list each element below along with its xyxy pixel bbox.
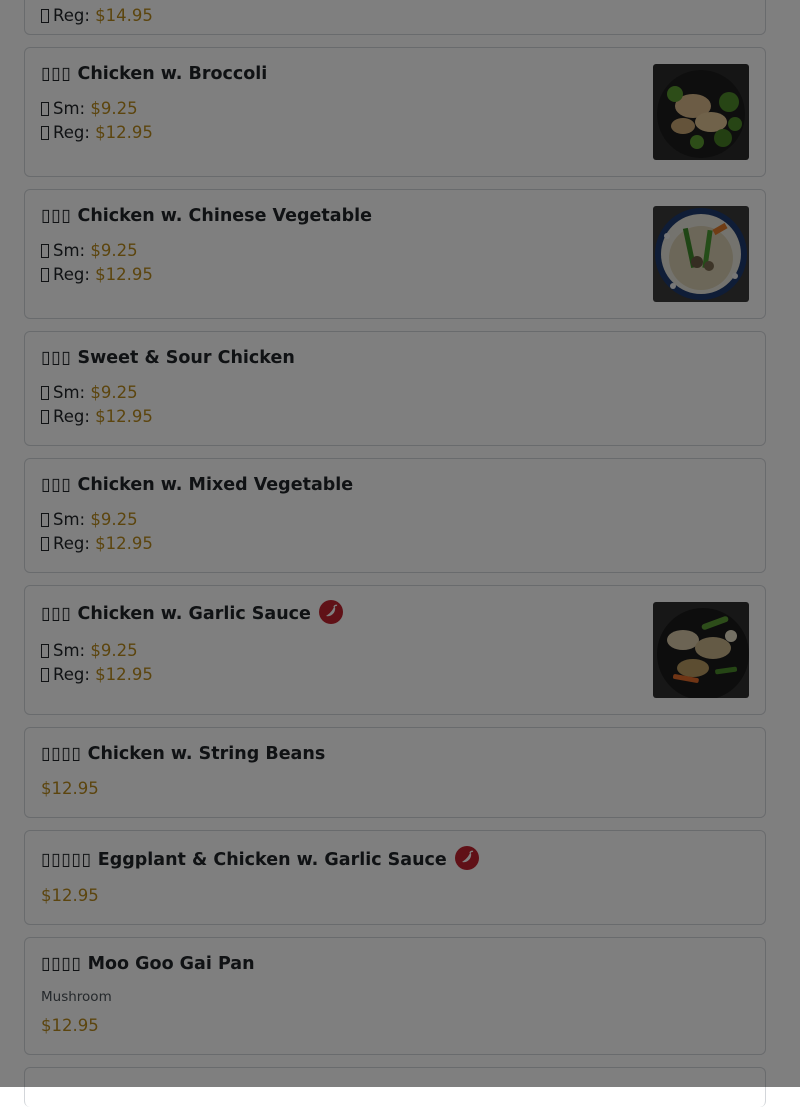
price-value: $9.25 xyxy=(90,241,138,260)
chicken-chinese-vegetable-photo[interactable] xyxy=(653,206,749,302)
item-chinese-name: ▯▯▯ xyxy=(41,348,72,368)
size-price-sm: Sm: $9.25 xyxy=(41,641,138,661)
item-title: ▯▯▯▯▯ Eggplant & Chicken w. Garlic Sauce xyxy=(41,846,479,871)
size-bullet-icon xyxy=(41,668,49,682)
size-bullet-icon xyxy=(41,126,49,140)
price-value: $12.95 xyxy=(41,1016,99,1035)
chili-pepper-icon xyxy=(454,846,479,870)
price-value: $12.95 xyxy=(95,665,153,684)
item-title: ▯▯▯▯ Moo Goo Gai Pan xyxy=(41,953,255,975)
menu-item-card[interactable]: ▯▯▯ Chicken w. Broccoli Sm: $9.25 Reg: $… xyxy=(24,47,766,177)
price-value: $12.95 xyxy=(41,886,99,905)
menu-item-card-partial[interactable]: Reg: $14.95 xyxy=(24,0,766,35)
item-title: ▯▯▯ Chicken w. Mixed Vegetable xyxy=(41,474,353,496)
menu-item-card[interactable]: ▯▯▯ Sweet & Sour Chicken Sm: $9.25 Reg: … xyxy=(24,331,766,446)
item-title: ▯▯▯ Sweet & Sour Chicken xyxy=(41,347,295,369)
item-title: ▯▯▯ Chicken w. Broccoli xyxy=(41,63,267,85)
price-value: $12.95 xyxy=(95,407,153,426)
size-price-sm: Sm: $9.25 xyxy=(41,383,138,403)
price-value: $14.95 xyxy=(95,6,153,25)
item-english-name: Chicken w. String Beans xyxy=(87,744,326,764)
menu-page: Reg: $14.95 ▯▯▯ Chicken w. Broccoli Sm: … xyxy=(0,0,800,1107)
size-bullet-icon xyxy=(41,9,49,23)
size-price-sm: Sm: $9.25 xyxy=(41,510,138,530)
item-title: ▯▯▯▯ Chicken w. String Beans xyxy=(41,743,325,765)
size-price-reg: Reg: $12.95 xyxy=(41,665,153,685)
menu-item-card[interactable]: ▯▯▯ Chicken w. Garlic Sauce Sm: $9.25 Re… xyxy=(24,585,766,715)
menu-item-card[interactable]: ▯▯▯ Chicken w. Mixed Vegetable Sm: $9.25… xyxy=(24,458,766,573)
price-value: $9.25 xyxy=(90,383,138,402)
menu-item-card-partial[interactable] xyxy=(24,1067,766,1107)
menu-item-card[interactable]: ▯▯▯▯▯ Eggplant & Chicken w. Garlic Sauce… xyxy=(24,830,766,925)
item-chinese-name: ▯▯▯▯ xyxy=(41,954,82,974)
size-price-reg: Reg: $12.95 xyxy=(41,407,153,427)
item-title: ▯▯▯ Chicken w. Garlic Sauce xyxy=(41,600,343,625)
menu-item-card[interactable]: ▯▯▯▯ Chicken w. String Beans $12.95 xyxy=(24,727,766,818)
size-bullet-icon xyxy=(41,102,49,116)
price-value: $9.25 xyxy=(90,99,138,118)
menu-item-card[interactable]: ▯▯▯ Chicken w. Chinese Vegetable Sm: $9.… xyxy=(24,189,766,319)
size-bullet-icon xyxy=(41,537,49,551)
item-english-name: Eggplant & Chicken w. Garlic Sauce xyxy=(97,850,447,870)
size-price-reg: Reg: $12.95 xyxy=(41,534,153,554)
item-english-name: Chicken w. Garlic Sauce xyxy=(77,604,311,624)
item-english-name: Chicken w. Broccoli xyxy=(77,64,268,84)
item-english-name: Chicken w. Chinese Vegetable xyxy=(77,206,372,226)
size-price-reg: Reg: $12.95 xyxy=(41,265,153,285)
price-value: $9.25 xyxy=(90,510,138,529)
item-chinese-name: ▯▯▯▯ xyxy=(41,744,82,764)
price-value: $9.25 xyxy=(90,641,138,660)
item-chinese-name: ▯▯▯▯▯ xyxy=(41,850,92,870)
menu-item-card[interactable]: ▯▯▯▯ Moo Goo Gai Pan Mushroom $12.95 xyxy=(24,937,766,1055)
item-title: ▯▯▯ Chicken w. Chinese Vegetable xyxy=(41,205,372,227)
price-value: $12.95 xyxy=(95,534,153,553)
size-label: Sm: xyxy=(53,383,86,402)
item-english-name: Chicken w. Mixed Vegetable xyxy=(77,475,354,495)
item-chinese-name: ▯▯▯ xyxy=(41,475,72,495)
item-price: $12.95 xyxy=(41,1016,99,1036)
size-price-reg: Reg: $12.95 xyxy=(41,123,153,143)
size-price-sm: Sm: $9.25 xyxy=(41,99,138,119)
item-chinese-name: ▯▯▯ xyxy=(41,604,72,624)
item-chinese-name: ▯▯▯ xyxy=(41,64,72,84)
chicken-garlic-sauce-photo[interactable] xyxy=(653,602,749,698)
price-value: $12.95 xyxy=(95,123,153,142)
size-label: Reg: xyxy=(53,123,90,142)
size-label: Sm: xyxy=(53,99,86,118)
size-bullet-icon xyxy=(41,244,49,258)
size-bullet-icon xyxy=(41,386,49,400)
item-english-name: Sweet & Sour Chicken xyxy=(77,348,295,368)
chicken-broccoli-photo[interactable] xyxy=(653,64,749,160)
price-value: $12.95 xyxy=(41,779,99,798)
size-bullet-icon xyxy=(41,644,49,658)
size-label: Reg: xyxy=(53,407,90,426)
size-bullet-icon xyxy=(41,513,49,527)
size-label: Reg: xyxy=(53,265,90,284)
size-label: Sm: xyxy=(53,641,86,660)
size-label: Reg: xyxy=(53,665,90,684)
item-description: Mushroom xyxy=(41,989,112,1005)
size-bullet-icon xyxy=(41,268,49,282)
size-price-reg: Reg: $14.95 xyxy=(41,6,153,26)
size-label: Sm: xyxy=(53,510,86,529)
size-label: Reg: xyxy=(53,6,90,25)
price-value: $12.95 xyxy=(95,265,153,284)
size-label: Sm: xyxy=(53,241,86,260)
item-price: $12.95 xyxy=(41,779,99,799)
size-price-sm: Sm: $9.25 xyxy=(41,241,138,261)
chili-pepper-icon xyxy=(318,600,343,624)
item-chinese-name: ▯▯▯ xyxy=(41,206,72,226)
size-bullet-icon xyxy=(41,410,49,424)
item-english-name: Moo Goo Gai Pan xyxy=(87,954,255,974)
size-label: Reg: xyxy=(53,534,90,553)
item-price: $12.95 xyxy=(41,886,99,906)
